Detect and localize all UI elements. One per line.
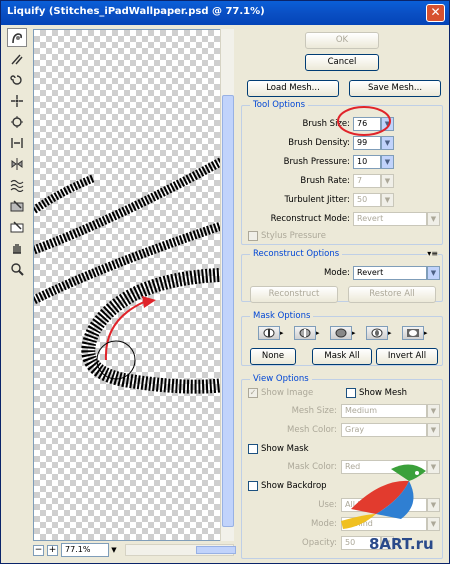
brush-density-field[interactable]: 99: [353, 136, 381, 150]
stylus-pressure-checkbox[interactable]: [248, 231, 258, 241]
reconstruct-mode-value[interactable]: Revert: [353, 266, 427, 280]
brush-cursor: [96, 340, 136, 380]
title-bar[interactable]: Liquify (Stitches_iPadWallpaper.psd @ 77…: [1, 1, 449, 25]
opacity-label: Opacity:: [302, 538, 337, 548]
zoom-out-button[interactable]: −: [33, 544, 44, 556]
show-backdrop-checkbox[interactable]: [248, 481, 258, 491]
intersect-selection-icon[interactable]: [366, 326, 388, 340]
liquify-window: Liquify (Stitches_iPadWallpaper.psd @ 77…: [0, 0, 450, 564]
mask-option-arrow[interactable]: ▸: [388, 329, 402, 337]
use-label: Use:: [318, 500, 337, 510]
zoom-in-button[interactable]: +: [47, 544, 58, 556]
canvas-vertical-scrollbar[interactable]: [220, 29, 234, 541]
mask-option-arrow[interactable]: ▸: [424, 329, 434, 337]
view-options-title: View Options: [250, 374, 312, 384]
turbulent-jitter-dropdown[interactable]: ▼: [381, 193, 394, 207]
reconstruct-options-title: Reconstruct Options: [250, 249, 343, 259]
watermark-text: 8ART.ru: [369, 535, 434, 553]
canvas-horizontal-scrollbar[interactable]: [125, 544, 236, 556]
brush-rate-dropdown[interactable]: ▼: [381, 174, 394, 188]
stylus-pressure-label: Stylus Pressure: [261, 231, 326, 241]
turbulent-jitter-field[interactable]: 50: [353, 193, 381, 207]
mask-option-arrow[interactable]: ▸: [352, 329, 366, 337]
show-image-label: Show Image: [261, 388, 314, 398]
mode-label: Mode:: [323, 268, 350, 278]
mask-color-label: Mask Color:: [287, 462, 337, 472]
turbulent-jitter-label: Turbulent Jitter:: [284, 195, 350, 205]
thaw-mask-icon[interactable]: [7, 217, 27, 236]
reconstruct-mode-value-dropdown[interactable]: ▼: [427, 266, 440, 280]
zoom-icon[interactable]: [7, 259, 27, 278]
mesh-color-label: Mesh Color:: [287, 425, 337, 435]
pucker-icon[interactable]: [7, 91, 27, 110]
stitch-artwork: [34, 156, 227, 394]
brush-pressure-dropdown[interactable]: ▼: [381, 155, 394, 169]
save-mesh-button[interactable]: Save Mesh...: [349, 80, 441, 97]
show-mesh-label: Show Mesh: [359, 388, 408, 398]
brush-density-dropdown[interactable]: ▼: [381, 136, 394, 150]
canvas-statusbar: − + 77.1% ▼: [33, 542, 236, 558]
vertical-scroll-thumb[interactable]: [222, 95, 234, 527]
mask-none-button[interactable]: None: [250, 348, 296, 365]
restore-all-button[interactable]: Restore All: [348, 286, 436, 303]
add-to-selection-icon[interactable]: [294, 326, 316, 340]
zoom-dropdown-arrow[interactable]: ▼: [109, 543, 119, 557]
show-image-checkbox[interactable]: ✓: [248, 388, 258, 398]
mesh-color-dropdown[interactable]: ▼: [427, 423, 440, 437]
brush-pressure-label: Brush Pressure:: [283, 157, 350, 167]
bloat-icon[interactable]: [7, 112, 27, 131]
mesh-color-select[interactable]: Gray: [341, 423, 427, 437]
brush-rate-field[interactable]: 7: [353, 174, 381, 188]
invert-selection-icon[interactable]: [402, 326, 424, 340]
show-backdrop-label: Show Backdrop: [261, 481, 327, 491]
hand-icon[interactable]: [7, 238, 27, 257]
subtract-from-selection-icon[interactable]: [330, 326, 352, 340]
invert-all-button[interactable]: Invert All: [376, 348, 438, 365]
freeze-mask-icon[interactable]: [7, 196, 27, 215]
show-mask-label: Show Mask: [261, 444, 309, 454]
reconstruct-button[interactable]: Reconstruct: [250, 286, 338, 303]
zoom-level-field[interactable]: 77.1%: [61, 543, 109, 557]
backdrop-mode-label: Mode:: [310, 519, 337, 529]
mesh-size-select[interactable]: Medium: [341, 404, 427, 418]
mesh-size-label: Mesh Size:: [291, 406, 337, 416]
mask-options-title: Mask Options: [250, 311, 314, 321]
panel-menu-icon[interactable]: ▾≡: [427, 249, 438, 258]
mask-options-group: Mask Options ▸ ▸ ▸ ▸ ▸ None Mask All Inv…: [241, 311, 443, 366]
reconstruct-mode-dropdown[interactable]: ▼: [427, 212, 440, 226]
load-mesh-button[interactable]: Load Mesh...: [247, 80, 339, 97]
close-button[interactable]: ✕: [426, 4, 445, 22]
turbulence-icon[interactable]: [7, 175, 27, 194]
brush-size-highlight-circle: [337, 106, 391, 136]
tool-options-title: Tool Options: [250, 100, 309, 110]
mask-all-button[interactable]: Mask All: [312, 348, 372, 365]
reconstruct-mode-label: Reconstruct Mode:: [270, 214, 350, 224]
replace-selection-icon[interactable]: [258, 326, 280, 340]
mirror-icon[interactable]: [7, 154, 27, 173]
brush-pressure-field[interactable]: 10: [353, 155, 381, 169]
tool-palette: [5, 28, 29, 276]
mask-option-arrow[interactable]: ▸: [280, 329, 294, 337]
brush-rate-label: Brush Rate:: [300, 176, 350, 186]
push-left-icon[interactable]: [7, 133, 27, 152]
reconstruct-brush-icon[interactable]: [7, 49, 27, 68]
twirl-icon[interactable]: [7, 70, 27, 89]
reconstruct-mode-select[interactable]: Revert: [353, 212, 427, 226]
show-mesh-checkbox[interactable]: [346, 388, 356, 398]
cancel-button[interactable]: Cancel: [305, 54, 379, 71]
ok-button[interactable]: OK: [305, 32, 379, 49]
brush-density-label: Brush Density:: [288, 138, 350, 148]
mask-option-arrow[interactable]: ▸: [316, 329, 330, 337]
brush-size-label: Brush Size:: [302, 119, 350, 129]
mesh-size-dropdown[interactable]: ▼: [427, 404, 440, 418]
window-title: Liquify (Stitches_iPadWallpaper.psd @ 77…: [7, 6, 265, 17]
preview-canvas[interactable]: [33, 29, 234, 541]
show-mask-checkbox[interactable]: [248, 444, 258, 454]
horizontal-scroll-thumb[interactable]: [196, 546, 236, 554]
reconstruct-options-group: Reconstruct Options ▾≡ Mode: Revert ▼ Re…: [241, 249, 443, 303]
forward-warp-icon[interactable]: [7, 28, 27, 47]
